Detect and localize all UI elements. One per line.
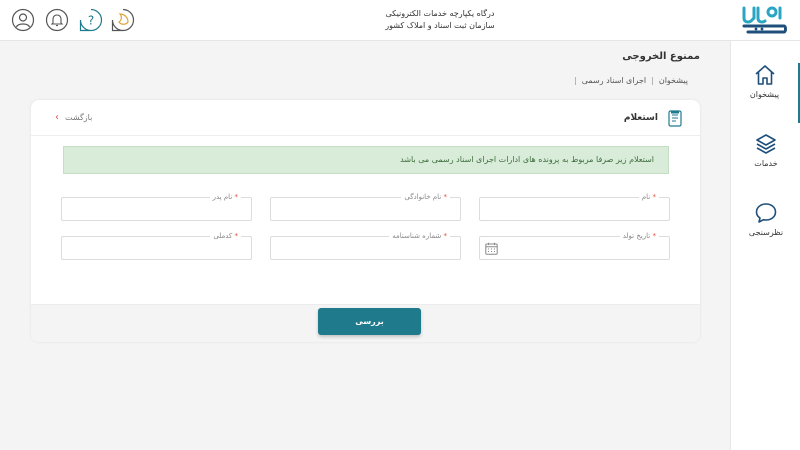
id-number-label: * شماره شناسنامه [389,232,450,241]
back-link[interactable]: بازگشت [65,113,92,122]
sidebar-item-label: نظرسنجی [748,228,784,237]
national-code-label-text: کدملی [213,232,233,240]
document-icon [668,110,682,127]
header-title-line2: سازمان ثبت اسناد و املاک کشور [385,21,495,30]
check-button[interactable]: بررسی [318,308,421,335]
birth-date-label: * تاریخ تولد [619,232,659,241]
breadcrumb-item-dashboard[interactable]: پیشخوان [659,76,688,85]
national-code-label: * کدملی [210,232,241,241]
sidebar-item-label: پیشخوان [749,90,780,99]
page-title: ممنوع الخروجی [622,51,700,62]
id-number-field[interactable]: * شماره شناسنامه [270,232,461,260]
sabt-man-logo[interactable] [740,4,788,36]
home-icon [754,65,775,85]
sidebar-item-label: خدمات [754,159,778,168]
required-mark: * [234,232,239,240]
info-alert: استعلام زیر صرفا مربوط به پرونده های ادا… [63,146,669,174]
top-header: ? درگاه یکپارچه خدمات الکترونیکی سازمان … [0,0,800,41]
national-code-field[interactable]: * کدملی [61,232,252,260]
sidebar-item-survey[interactable]: نظرسنجی [731,201,800,261]
last-name-label: * نام خانوادگی [401,193,450,202]
calendar-icon[interactable] [485,242,498,255]
inquiry-card: استعلام ‹ بازگشت استعلام زیر صرفا مربوط … [31,100,700,342]
sidebar-item-services[interactable]: خدمات [731,132,800,192]
birth-date-label-text: تاریخ تولد [622,232,651,240]
required-mark: * [443,232,448,240]
layers-icon [756,134,776,154]
card-header: استعلام ‹ بازگشت [31,100,700,136]
breadcrumb-separator: | [651,76,654,85]
help-icon[interactable]: ? [79,8,103,32]
last-name-label-text: نام خانوادگی [404,193,442,201]
breadcrumb-item-deeds-execution[interactable]: اجرای اسناد رسمی [582,76,646,85]
required-mark: * [652,193,657,201]
id-number-label-text: شماره شناسنامه [392,232,442,240]
header-title-line1: درگاه یکپارچه خدمات الکترونیکی [385,9,495,18]
sidebar-item-dashboard[interactable]: پیشخوان [731,63,800,123]
first-name-field[interactable]: * نام [479,193,670,221]
card-title: استعلام [623,113,658,123]
father-name-field[interactable]: * نام پدر [61,193,252,221]
required-mark: * [652,232,657,240]
last-name-field[interactable]: * نام خانوادگی [270,193,461,221]
sidebar: پیشخوان خدمات نظرسنجی [730,41,800,450]
father-name-label: * نام پدر [209,193,241,202]
moon-icon[interactable] [111,8,135,32]
first-name-label: * نام [638,193,659,202]
required-mark: * [443,193,448,201]
user-icon[interactable] [11,8,35,32]
breadcrumb: پیشخوان | اجرای اسناد رسمی | [569,76,688,85]
father-name-label-text: نام پدر [212,193,233,201]
required-mark: * [234,193,239,201]
first-name-label-text: نام [641,193,651,201]
chevron-left-icon[interactable]: ‹ [55,112,59,123]
birth-date-field[interactable]: * تاریخ تولد [479,232,670,260]
bell-icon[interactable] [45,8,69,32]
svg-text:?: ? [88,14,94,28]
breadcrumb-separator: | [574,76,577,85]
header-title: درگاه یکپارچه خدمات الکترونیکی سازمان ثب… [330,8,550,32]
chat-icon [755,203,777,223]
